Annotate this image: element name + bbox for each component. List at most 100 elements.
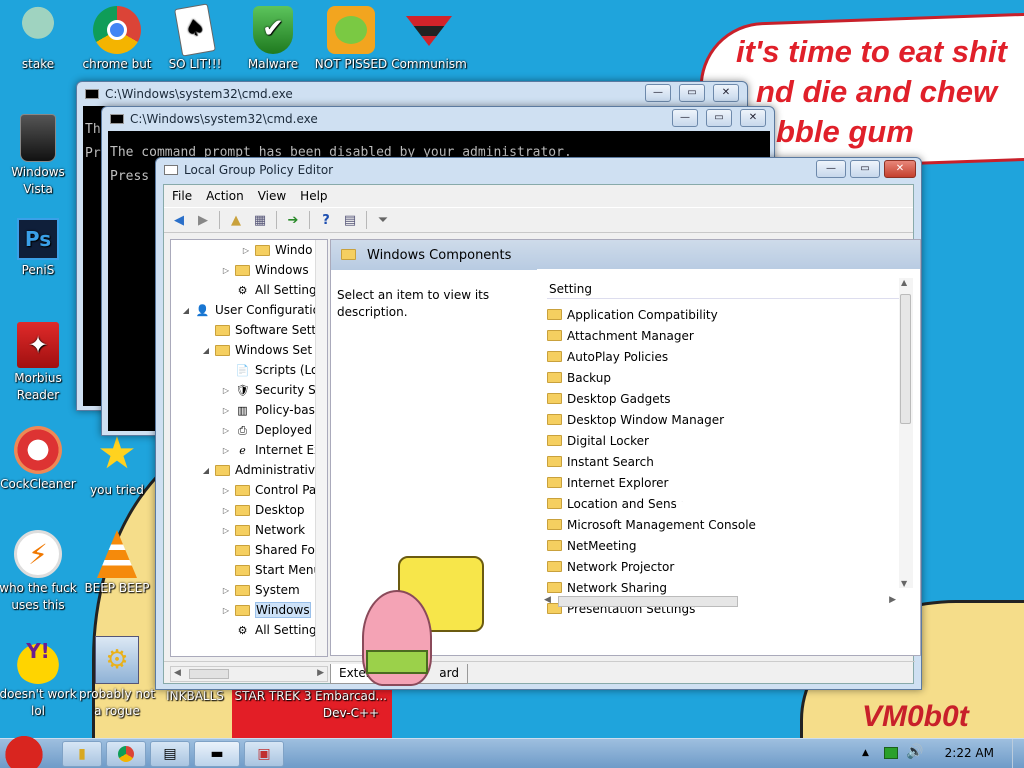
list-item[interactable]: Application Compatibility bbox=[547, 304, 718, 325]
tree-vertical-scrollbar[interactable] bbox=[315, 240, 327, 656]
list-item[interactable]: Desktop Window Manager bbox=[547, 409, 724, 430]
maximize-button[interactable]: ▭ bbox=[850, 160, 880, 178]
tree-node[interactable]: Shared Fo bbox=[221, 540, 315, 560]
desktop-icon-you-tried[interactable]: ★ you tried bbox=[75, 432, 159, 499]
desktop-icon-inkballs[interactable]: INKBALLS bbox=[153, 688, 237, 705]
minimize-button[interactable]: — bbox=[816, 160, 846, 178]
close-button[interactable]: ✕ bbox=[713, 84, 739, 102]
tree-node[interactable]: ▷ 🛡 Security S bbox=[221, 380, 316, 400]
list-item[interactable]: Instant Search bbox=[547, 451, 654, 472]
close-button[interactable]: ✕ bbox=[884, 160, 916, 178]
expand-arrow-icon[interactable]: ◢ bbox=[201, 466, 211, 475]
desktop-icon-doesnt-work-lol[interactable]: Y! doesn't work lol bbox=[0, 636, 80, 720]
expand-arrow-icon[interactable]: ▷ bbox=[221, 266, 231, 275]
export-list-icon[interactable]: ➔ bbox=[282, 209, 304, 231]
maximize-button[interactable]: ▭ bbox=[679, 84, 705, 102]
tree-node[interactable]: 📄 Scripts (Lo bbox=[221, 360, 319, 380]
desktop-icon-malware[interactable]: ✔ Malware bbox=[231, 6, 315, 73]
cmd-taskbar-icon[interactable]: ▬ bbox=[194, 741, 240, 767]
start-button[interactable] bbox=[2, 733, 46, 768]
desktop-icon-who-the-fuck-uses-this[interactable]: ⚡ who the fuck uses this bbox=[0, 530, 80, 614]
desktop-icon-windows-vista[interactable]: Windows Vista bbox=[0, 114, 80, 198]
explorer-taskbar-icon[interactable]: ▮ bbox=[62, 741, 102, 767]
expand-arrow-icon[interactable]: ▷ bbox=[221, 406, 231, 415]
tree-node[interactable]: ▷ Control Pa bbox=[221, 480, 316, 500]
tree-node[interactable]: ▷ Desktop bbox=[221, 500, 305, 520]
tree-node[interactable]: Start Menu bbox=[221, 560, 321, 580]
expand-arrow-icon[interactable]: ▷ bbox=[221, 606, 231, 615]
tree-node[interactable]: ◢ Windows Set bbox=[201, 340, 312, 360]
show-desktop-button[interactable] bbox=[1012, 739, 1024, 768]
column-header-setting[interactable]: Setting bbox=[547, 279, 899, 299]
expand-arrow-icon[interactable]: ▷ bbox=[221, 446, 231, 455]
list-item[interactable]: Location and Senso bbox=[547, 493, 684, 514]
navigation-tree[interactable]: ▷ Windo ▷ Windows ⚙ All Setting ◢ 👤 User Configu… bbox=[170, 239, 328, 657]
expand-arrow-icon[interactable]: ▷ bbox=[241, 246, 251, 255]
list-item[interactable]: Attachment Manager bbox=[547, 325, 694, 346]
volume-icon[interactable]: 🔊 bbox=[906, 744, 923, 760]
desktop-icon-star-trek-3[interactable]: STAR TREK 3 bbox=[231, 688, 315, 705]
tree-horizontal-scrollbar[interactable]: ◀ ▶ bbox=[170, 666, 328, 682]
desktop-icon-dev-cpp[interactable]: Embarcad... Dev-C++ bbox=[309, 688, 393, 722]
expand-arrow-icon[interactable]: ◢ bbox=[181, 306, 191, 315]
expand-arrow-icon[interactable]: ▷ bbox=[221, 426, 231, 435]
maximize-button[interactable]: ▭ bbox=[706, 109, 732, 127]
menu-file[interactable]: File bbox=[172, 189, 192, 203]
list-item[interactable]: Desktop Gadgets bbox=[547, 388, 671, 409]
desktop-icon-probably-not-a-rogue[interactable]: ⚙ probably not a rogue bbox=[75, 636, 159, 720]
tree-node[interactable]: ◢ Administrative bbox=[201, 460, 322, 480]
filter-icon[interactable]: ⏷ bbox=[372, 209, 394, 231]
list-vertical-scrollbar[interactable]: ▲ ▼ bbox=[899, 278, 913, 588]
tree-node[interactable]: Software Sett bbox=[201, 320, 316, 340]
help-icon[interactable]: ? bbox=[315, 209, 337, 231]
expand-arrow-icon[interactable]: ▷ bbox=[221, 586, 231, 595]
desktop-icon-communism[interactable]: Communism bbox=[387, 6, 471, 73]
tree-node[interactable]: ▷ ℯ Internet Ex bbox=[221, 440, 321, 460]
list-item[interactable]: NetMeeting bbox=[547, 535, 636, 556]
list-item[interactable]: Digital Locker bbox=[547, 430, 649, 451]
desktop-icon-so-lit[interactable]: ♠ SO LIT!!! bbox=[153, 3, 237, 73]
taskbar-clock[interactable]: 2:22 AM bbox=[945, 746, 994, 760]
tree-node[interactable]: ▷ ▥ Policy-bas bbox=[221, 400, 315, 420]
tree-node[interactable]: ▷ ⎙ Deployed bbox=[221, 420, 312, 440]
desktop-icon-not-pissed[interactable]: NOT PISSED bbox=[309, 6, 393, 73]
menu-help[interactable]: Help bbox=[300, 189, 327, 203]
tree-node[interactable]: ⚙ All Setting bbox=[221, 280, 317, 300]
tree-node[interactable]: ◢ 👤 User Configuratio bbox=[181, 300, 320, 320]
list-horizontal-scrollbar[interactable]: ◀ ▶ bbox=[544, 594, 896, 610]
tree-node[interactable]: ▷ Windows bbox=[221, 260, 309, 280]
list-item[interactable]: AutoPlay Policies bbox=[547, 346, 668, 367]
expand-arrow-icon[interactable]: ▷ bbox=[221, 486, 231, 495]
back-arrow-icon[interactable]: ◀ bbox=[168, 209, 190, 231]
group-policy-editor-window[interactable]: Local Group Policy Editor — ▭ ✕ File Act… bbox=[155, 157, 922, 690]
minimize-button[interactable]: — bbox=[672, 109, 698, 127]
close-button[interactable]: ✕ bbox=[740, 109, 766, 127]
tree-node[interactable]: ▷ Windo bbox=[241, 240, 313, 260]
gpedit-titlebar[interactable]: Local Group Policy Editor — ▭ ✕ bbox=[156, 158, 921, 182]
chrome-taskbar-icon[interactable] bbox=[106, 741, 146, 767]
desktop-icon-morbius-reader[interactable]: ✦ Morbius Reader bbox=[0, 322, 80, 404]
scroll-thumb[interactable] bbox=[900, 294, 911, 424]
forward-arrow-icon[interactable]: ▶ bbox=[192, 209, 214, 231]
expand-arrow-icon[interactable]: ▷ bbox=[221, 526, 231, 535]
expand-arrow-icon[interactable]: ▷ bbox=[221, 386, 231, 395]
up-folder-icon[interactable]: ▲ bbox=[225, 209, 247, 231]
minimize-button[interactable]: — bbox=[645, 84, 671, 102]
list-item[interactable]: Microsoft Management Console bbox=[547, 514, 756, 535]
list-item[interactable]: Backup bbox=[547, 367, 611, 388]
desktop-icon-cockcleaner[interactable]: CockCleaner bbox=[0, 426, 80, 493]
list-item[interactable]: Internet Explorer bbox=[547, 472, 668, 493]
show-hide-tree-icon[interactable]: ▦ bbox=[249, 209, 271, 231]
gpedit-taskbar-icon[interactable]: ▤ bbox=[150, 741, 190, 767]
desktop-icon-penis[interactable]: Ps PeniS bbox=[0, 218, 80, 279]
desktop-icon-stake[interactable]: stake bbox=[0, 6, 80, 73]
menu-action[interactable]: Action bbox=[206, 189, 244, 203]
app-taskbar-icon[interactable]: ▣ bbox=[244, 741, 284, 767]
menu-view[interactable]: View bbox=[258, 189, 286, 203]
desktop-icon-beep-beep[interactable]: BEEP BEEP bbox=[75, 530, 159, 597]
show-hidden-icons[interactable]: ▲ bbox=[862, 748, 869, 758]
tree-node[interactable]: ▷ System bbox=[221, 580, 300, 600]
tree-node[interactable]: ⚙ All Setting bbox=[221, 620, 317, 640]
expand-arrow-icon[interactable]: ▷ bbox=[221, 506, 231, 515]
list-item[interactable]: Network Projector bbox=[547, 556, 674, 577]
